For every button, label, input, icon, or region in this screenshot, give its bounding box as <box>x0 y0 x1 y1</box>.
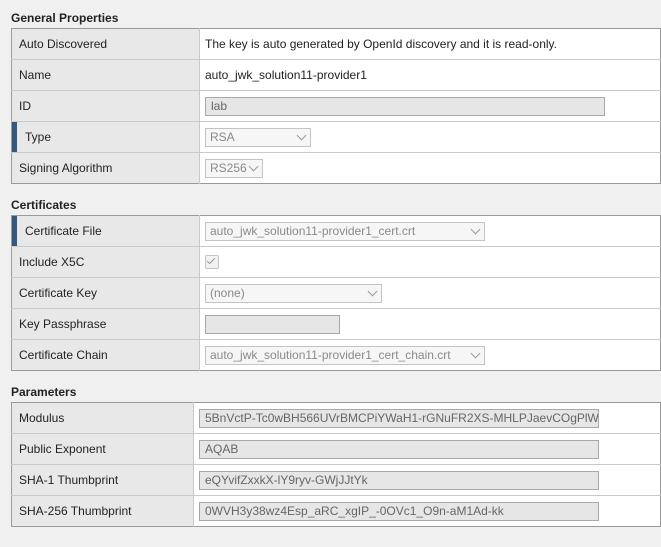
chevron-down-icon <box>470 348 481 358</box>
row-auto-discovered: Auto Discovered The key is auto generate… <box>11 28 661 60</box>
chevron-down-icon <box>248 161 259 171</box>
general-properties-table: Auto Discovered The key is auto generate… <box>11 28 661 184</box>
row-certificate-chain: Certificate Chain auto_jwk_solution11-pr… <box>11 339 661 371</box>
parameters-table: Modulus 5BnVctP-Tc0wBH566UVrBMCPiYWaH1-r… <box>11 402 661 527</box>
certificate-chain-label: Certificate Chain <box>11 339 200 371</box>
row-public-exponent: Public Exponent AQAB <box>11 433 661 465</box>
sha1-thumbprint-field[interactable]: eQYvifZxxkX-lY9ryv-GWjJJtYk <box>199 470 599 490</box>
required-indicator <box>12 216 17 246</box>
chevron-down-icon <box>367 286 378 296</box>
name-value: auto_jwk_solution11-provider1 <box>205 68 367 82</box>
key-passphrase-field[interactable] <box>205 314 340 334</box>
certificate-key-select[interactable]: (none) <box>205 283 382 303</box>
include-x5c-checkbox[interactable] <box>205 255 219 270</box>
signing-algorithm-label: Signing Algorithm <box>11 152 200 184</box>
chevron-down-icon <box>470 224 481 234</box>
row-include-x5c: Include X5C <box>11 246 661 278</box>
type-select[interactable]: RSA <box>205 127 311 147</box>
row-signing-algorithm: Signing Algorithm RS256 <box>11 152 661 184</box>
id-label: ID <box>11 90 200 122</box>
sha256-thumbprint-field[interactable]: 0WVH3y38wz4Esp_aRC_xgIP_-0OVc1_O9n-aM1Ad… <box>199 501 599 521</box>
type-label: Type <box>11 121 200 153</box>
parameters-heading: Parameters <box>11 385 77 399</box>
row-modulus: Modulus 5BnVctP-Tc0wBH566UVrBMCPiYWaH1-r… <box>11 402 661 434</box>
certificates-table: Certificate File auto_jwk_solution11-pro… <box>11 215 661 371</box>
auto-discovered-label: Auto Discovered <box>11 28 200 60</box>
row-sha1-thumbprint: SHA-1 Thumbprint eQYvifZxxkX-lY9ryv-GWjJ… <box>11 464 661 496</box>
auto-discovered-text: The key is auto generated by OpenId disc… <box>205 37 557 51</box>
required-indicator <box>12 122 17 152</box>
name-label: Name <box>11 59 200 91</box>
row-type: Type RSA <box>11 121 661 153</box>
sha1-thumbprint-label: SHA-1 Thumbprint <box>11 464 194 496</box>
signing-algorithm-select[interactable]: RS256 <box>205 158 263 178</box>
chevron-down-icon <box>296 130 307 140</box>
certificate-key-label: Certificate Key <box>11 277 200 309</box>
row-certificate-file: Certificate File auto_jwk_solution11-pro… <box>11 215 661 247</box>
public-exponent-label: Public Exponent <box>11 433 194 465</box>
key-passphrase-label: Key Passphrase <box>11 308 200 340</box>
general-properties-heading: General Properties <box>11 11 119 25</box>
row-sha256-thumbprint: SHA-256 Thumbprint 0WVH3y38wz4Esp_aRC_xg… <box>11 495 661 527</box>
modulus-label: Modulus <box>11 402 194 434</box>
check-icon <box>206 256 216 265</box>
certificate-file-select[interactable]: auto_jwk_solution11-provider1_cert.crt <box>205 221 485 241</box>
certificate-chain-select[interactable]: auto_jwk_solution11-provider1_cert_chain… <box>205 345 485 365</box>
public-exponent-field[interactable]: AQAB <box>199 439 599 459</box>
id-field[interactable]: lab <box>205 96 605 116</box>
include-x5c-label: Include X5C <box>11 246 200 278</box>
row-name: Name auto_jwk_solution11-provider1 <box>11 59 661 91</box>
row-id: ID lab <box>11 90 661 122</box>
sha256-thumbprint-label: SHA-256 Thumbprint <box>11 495 194 527</box>
row-key-passphrase: Key Passphrase <box>11 308 661 340</box>
certificates-heading: Certificates <box>11 198 77 212</box>
modulus-field[interactable]: 5BnVctP-Tc0wBH566UVrBMCPiYWaH1-rGNuFR2XS… <box>199 408 599 428</box>
row-certificate-key: Certificate Key (none) <box>11 277 661 309</box>
certificate-file-label: Certificate File <box>11 215 200 247</box>
